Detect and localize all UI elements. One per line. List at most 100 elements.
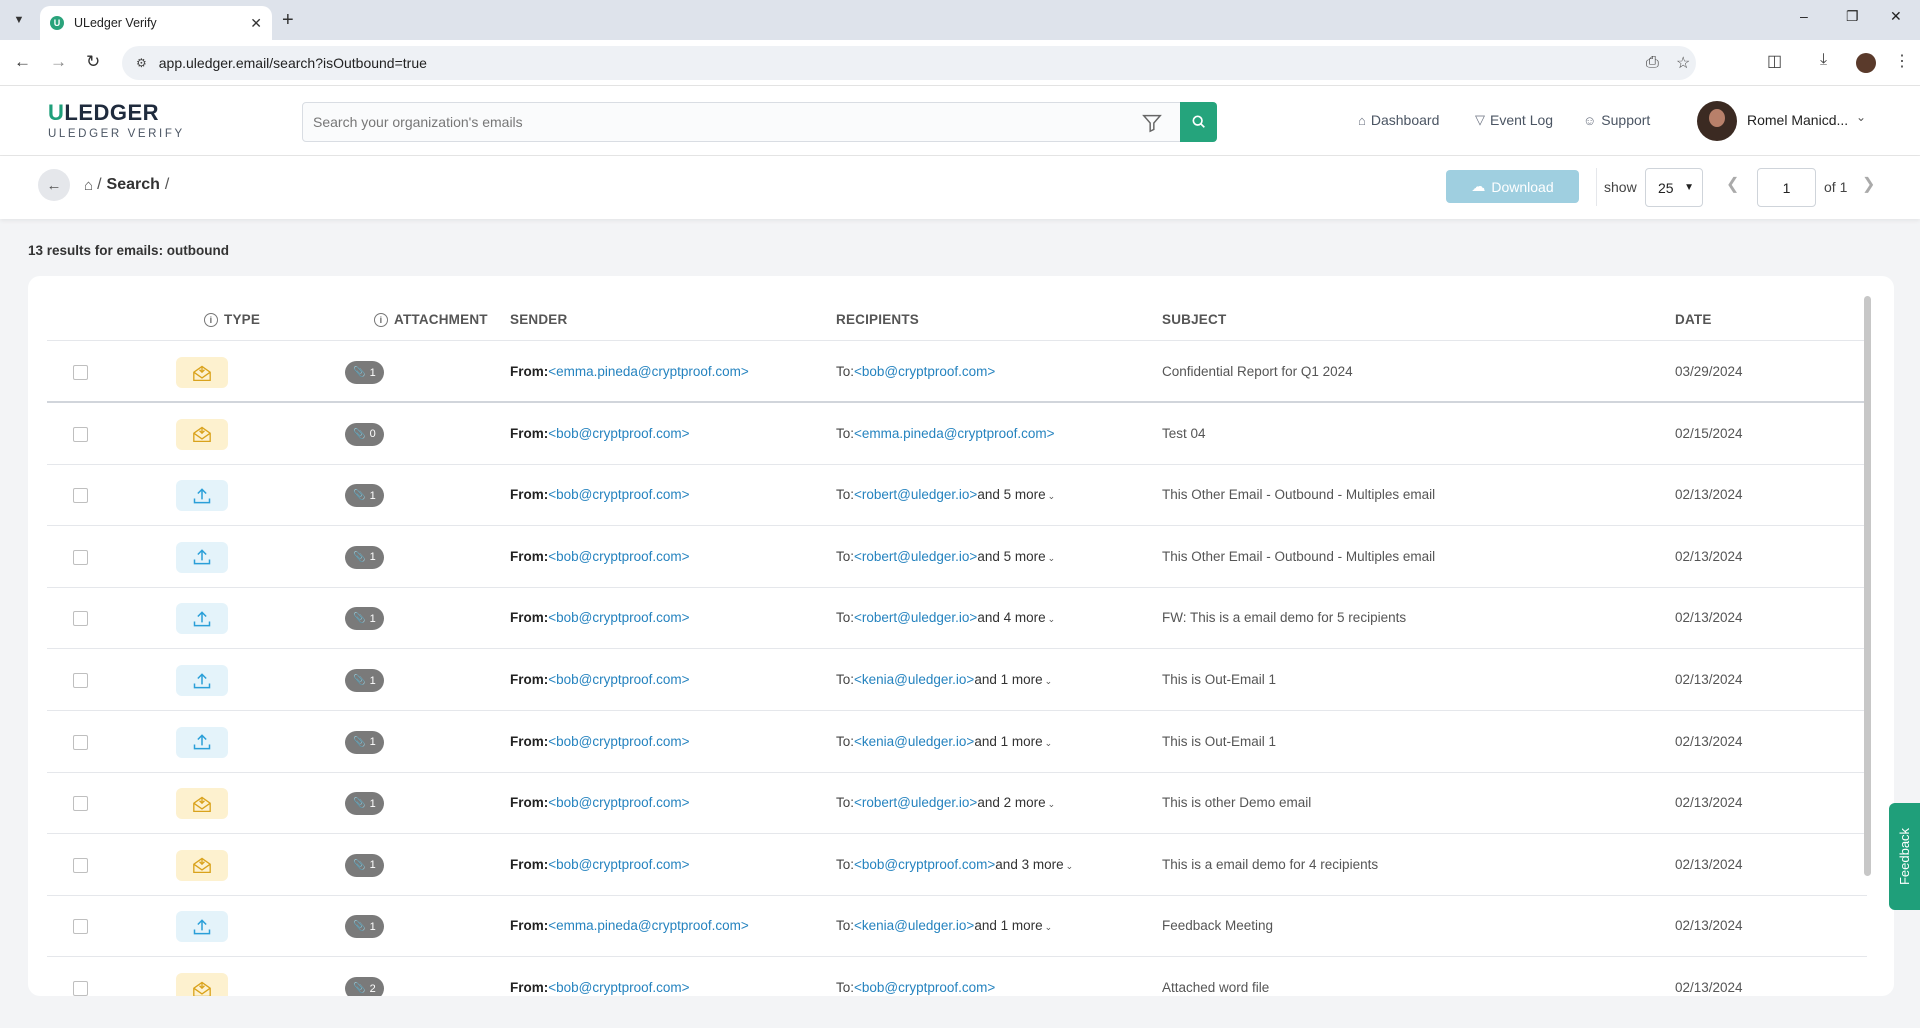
- row-checkbox[interactable]: [73, 673, 88, 688]
- subject-cell[interactable]: Test 04: [1162, 426, 1206, 441]
- more-recipients-toggle[interactable]: and 4 more ⌄: [977, 610, 1055, 625]
- nav-dashboard[interactable]: ⌂ Dashboard: [1358, 112, 1439, 128]
- prev-page-chevron-icon[interactable]: ❮: [1726, 174, 1739, 194]
- column-sender[interactable]: SENDER: [510, 312, 567, 327]
- subject-cell[interactable]: Confidential Report for Q1 2024: [1162, 364, 1353, 379]
- row-checkbox[interactable]: [73, 796, 88, 812]
- row-checkbox[interactable]: [73, 981, 88, 996]
- browser-profile-avatar[interactable]: [1856, 53, 1876, 73]
- table-row[interactable]: 📎 1 From:<bob@cryptproof.com> To:<kenia@ule…: [47, 712, 1867, 773]
- user-name[interactable]: Romel Manicd...: [1747, 112, 1848, 128]
- subject-cell[interactable]: This is other Demo email: [1162, 795, 1311, 810]
- new-tab-plus-icon[interactable]: +: [282, 8, 294, 32]
- column-attachment[interactable]: i ATTACHMENT: [374, 312, 488, 327]
- search-input[interactable]: [303, 103, 1143, 141]
- column-subject[interactable]: SUBJECT: [1162, 312, 1226, 327]
- sender-email-link[interactable]: <emma.pineda@cryptproof.com>: [548, 918, 749, 933]
- table-row[interactable]: 📎 1 From:<bob@cryptproof.com> To:<kenia@ule…: [47, 650, 1867, 711]
- row-checkbox[interactable]: [73, 488, 88, 504]
- bookmark-star-icon[interactable]: ☆: [1676, 46, 1690, 80]
- subject-cell[interactable]: This is Out-Email 1: [1162, 734, 1276, 749]
- nav-event-log[interactable]: ▽ Event Log: [1475, 112, 1553, 128]
- recipient-email-link[interactable]: <robert@uledger.io>: [854, 549, 977, 564]
- browser-tab[interactable]: U ULedger Verify ✕: [40, 6, 272, 40]
- page-size-select[interactable]: 25 ▼: [1645, 168, 1703, 207]
- table-scrollbar[interactable]: [1864, 296, 1871, 876]
- more-recipients-toggle[interactable]: and 3 more ⌄: [995, 857, 1073, 872]
- more-recipients-toggle[interactable]: and 2 more ⌄: [977, 795, 1055, 810]
- feedback-tab[interactable]: Feedback: [1889, 803, 1920, 910]
- row-checkbox[interactable]: [73, 426, 88, 442]
- recipient-email-link[interactable]: <robert@uledger.io>: [854, 487, 977, 502]
- more-recipients-toggle[interactable]: and 5 more ⌄: [977, 487, 1055, 502]
- recipient-email-link[interactable]: <bob@cryptproof.com>: [854, 980, 995, 995]
- sender-email-link[interactable]: <bob@cryptproof.com>: [548, 857, 689, 872]
- forward-arrow-icon[interactable]: →: [50, 52, 67, 72]
- recipient-email-link[interactable]: <kenia@uledger.io>: [854, 672, 974, 687]
- tab-close-icon[interactable]: ✕: [250, 15, 262, 32]
- sender-email-link[interactable]: <bob@cryptproof.com>: [548, 734, 689, 749]
- table-row[interactable]: 📎 0 From:<bob@cryptproof.com> To:<emma.pine…: [47, 404, 1867, 465]
- recipient-email-link[interactable]: <robert@uledger.io>: [854, 795, 977, 810]
- user-avatar[interactable]: [1697, 101, 1737, 141]
- row-checkbox[interactable]: [73, 857, 88, 873]
- breadcrumb-home-icon[interactable]: ⌂: [84, 177, 93, 194]
- row-checkbox[interactable]: [73, 549, 88, 565]
- subject-cell[interactable]: Feedback Meeting: [1162, 918, 1273, 933]
- subject-cell[interactable]: FW: This is a email demo for 5 recipient…: [1162, 610, 1406, 625]
- more-recipients-toggle[interactable]: and 1 more ⌄: [974, 918, 1052, 933]
- extensions-puzzle-icon[interactable]: ◫: [1767, 51, 1782, 71]
- search-button[interactable]: [1180, 102, 1217, 142]
- table-row[interactable]: 📎 1 From:<bob@cryptproof.com> To:<robert@ul…: [47, 773, 1867, 835]
- next-page-chevron-icon[interactable]: ❯: [1862, 174, 1875, 194]
- subject-cell[interactable]: Attached word file: [1162, 980, 1269, 995]
- site-info-tune-icon[interactable]: ⚙: [136, 56, 147, 70]
- table-row[interactable]: 📎 1 From:<bob@cryptproof.com> To:<bob@crypt…: [47, 835, 1867, 896]
- sender-email-link[interactable]: <emma.pineda@cryptproof.com>: [548, 364, 749, 379]
- more-recipients-toggle[interactable]: and 1 more ⌄: [974, 734, 1052, 749]
- nav-support[interactable]: ☺ Support: [1583, 112, 1650, 128]
- uledger-logo[interactable]: ULEDGER ULEDGER VERIFY: [48, 100, 185, 140]
- subject-cell[interactable]: This is Out-Email 1: [1162, 672, 1276, 687]
- row-checkbox[interactable]: [73, 919, 88, 935]
- browser-menu-icon[interactable]: ⋮: [1894, 51, 1910, 71]
- recipient-email-link[interactable]: <kenia@uledger.io>: [854, 734, 974, 749]
- table-row[interactable]: 📎 1 From:<emma.pineda@cryptproof.com> To:<b…: [47, 342, 1867, 403]
- table-row[interactable]: 📎 1 From:<emma.pineda@cryptproof.com> To:<k…: [47, 896, 1867, 958]
- recipient-email-link[interactable]: <bob@cryptproof.com>: [854, 857, 995, 872]
- back-arrow-icon[interactable]: ←: [14, 52, 31, 72]
- subject-cell[interactable]: This Other Email - Outbound - Multiples …: [1162, 487, 1435, 502]
- recipient-email-link[interactable]: <bob@cryptproof.com>: [854, 364, 995, 379]
- sender-email-link[interactable]: <bob@cryptproof.com>: [548, 426, 689, 441]
- subject-cell[interactable]: This Other Email - Outbound - Multiples …: [1162, 549, 1435, 564]
- sender-email-link[interactable]: <bob@cryptproof.com>: [548, 549, 689, 564]
- column-date[interactable]: DATE: [1675, 312, 1712, 327]
- more-recipients-toggle[interactable]: and 1 more ⌄: [974, 672, 1052, 687]
- download-button[interactable]: ☁ Download: [1446, 170, 1579, 203]
- table-row[interactable]: 📎 1 From:<bob@cryptproof.com> To:<robert@ul…: [47, 588, 1867, 650]
- table-row[interactable]: 📎 1 From:<bob@cryptproof.com> To:<robert@ul…: [47, 527, 1867, 588]
- url-omnibox[interactable]: ⚙ app.uledger.email/search?isOutbound=tr…: [122, 46, 1696, 80]
- recipient-email-link[interactable]: <robert@uledger.io>: [854, 610, 977, 625]
- restore-icon[interactable]: ❐: [1846, 8, 1859, 25]
- table-row[interactable]: 📎 1 From:<bob@cryptproof.com> To:<robert@ul…: [47, 465, 1867, 527]
- sender-email-link[interactable]: <bob@cryptproof.com>: [548, 672, 689, 687]
- recipient-email-link[interactable]: <emma.pineda@cryptproof.com>: [854, 426, 1055, 441]
- minimize-icon[interactable]: –: [1800, 8, 1808, 24]
- row-checkbox[interactable]: [73, 734, 88, 750]
- downloads-icon[interactable]: ⤓: [1820, 51, 1827, 69]
- tab-list-chevron-icon[interactable]: ▼: [8, 9, 30, 31]
- recipient-email-link[interactable]: <kenia@uledger.io>: [854, 918, 974, 933]
- more-recipients-toggle[interactable]: and 5 more ⌄: [977, 549, 1055, 564]
- sender-email-link[interactable]: <bob@cryptproof.com>: [548, 610, 689, 625]
- info-icon[interactable]: i: [374, 312, 388, 327]
- reload-icon[interactable]: ↻: [86, 52, 100, 72]
- install-app-icon[interactable]: ⎙: [1646, 46, 1659, 80]
- row-checkbox[interactable]: [73, 611, 88, 627]
- row-checkbox[interactable]: [73, 365, 88, 380]
- column-recipients[interactable]: RECIPIENTS: [836, 312, 919, 327]
- page-number-input[interactable]: 1: [1757, 168, 1816, 207]
- sender-email-link[interactable]: <bob@cryptproof.com>: [548, 980, 689, 995]
- column-type[interactable]: i TYPE: [204, 312, 260, 327]
- window-close-icon[interactable]: ✕: [1890, 8, 1902, 25]
